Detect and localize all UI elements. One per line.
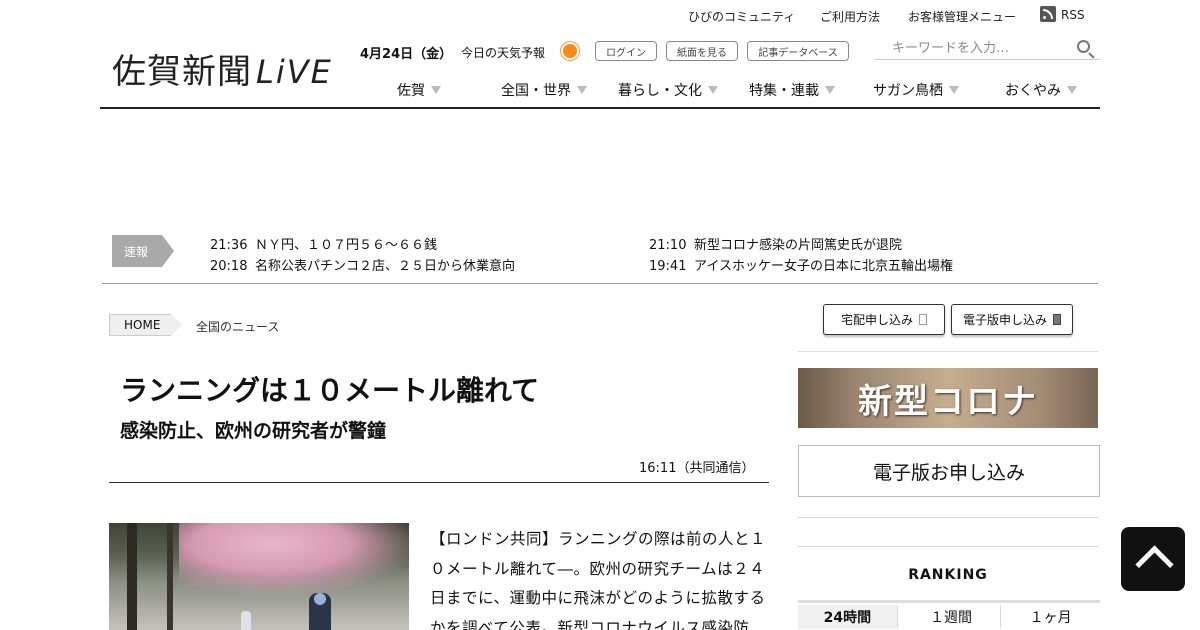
digital-signup-button[interactable]: 電子版申し込み [951,304,1073,335]
nav-item-saga[interactable]: 佐賀 [397,80,441,100]
chevron-down-icon [1067,86,1077,94]
ranking-tabs: 24時間 １週間 １ヶ月 [798,600,1100,630]
back-to-top-button[interactable] [1121,527,1185,591]
article-subhead: 感染防止、欧州の研究者が警鐘 [120,420,387,442]
document-icon [919,314,927,325]
phone-icon [1053,314,1061,325]
nav-label: 全国・世界 [501,83,571,99]
article-headline: ランニングは１０メートル離れて [120,374,540,407]
article-photo[interactable] [109,523,409,630]
chevron-down-icon [825,86,835,94]
search-box [874,37,1100,60]
usage-link[interactable]: ご利用方法 [820,8,880,25]
search-input[interactable] [892,37,1072,60]
tab-24h[interactable]: 24時間 [798,605,898,629]
nav-label: 特集・連載 [749,83,819,99]
sidebar-divider [798,546,1098,547]
breaking-text: 新型コロナ感染の片岡篤史氏が退院 [694,238,903,253]
home-delivery-label: 宅配申し込み [840,313,913,327]
nav-item-features[interactable]: 特集・連載 [749,80,835,100]
chevron-down-icon [577,86,587,94]
nav-label: 暮らし・文化 [618,83,702,99]
rss-link[interactable]: RSS [1061,8,1085,22]
photo-pedestrian [241,611,251,630]
ranking-title: RANKING [908,567,988,583]
nav-item-national-world[interactable]: 全国・世界 [501,80,587,100]
nav-item-sagan-tosu[interactable]: サガン鳥栖 [873,80,959,100]
breaking-news-tag: 速報 [112,235,174,267]
nav-item-obituaries[interactable]: おくやみ [1005,80,1077,100]
header-divider [100,107,1100,109]
chevron-down-icon [708,86,718,94]
article-divider [109,482,769,483]
breaking-time: 21:10 [649,238,687,253]
article-byline: 16:11（共同通信） [639,461,755,476]
breaking-time: 20:18 [210,259,248,274]
chevron-down-icon [431,86,441,94]
tab-1month[interactable]: １ヶ月 [1001,605,1100,629]
corona-banner-text: 新型コロナ [858,381,1038,422]
breaking-item[interactable]: 21:36 ＮＹ円、１０７円５６～６６銭 [210,234,437,253]
sidebar-divider [798,517,1098,518]
chevron-down-icon [949,86,959,94]
article-database-button[interactable]: 記事データベース [747,41,849,61]
photo-tree [127,523,137,630]
corona-banner[interactable]: 新型コロナ [798,368,1098,428]
search-icon[interactable] [1077,40,1090,53]
breaking-item[interactable]: 21:10 新型コロナ感染の片岡篤史氏が退院 [649,234,902,253]
tab-1week[interactable]: １週間 [902,605,1002,629]
weather-link[interactable]: 今日の天気予報 [461,44,545,61]
breadcrumb-current: 全国のニュース [196,320,280,334]
home-delivery-button[interactable]: 宅配申し込み [823,304,945,335]
community-link[interactable]: ひびのコミュニティ [688,8,795,25]
nav-label: おくやみ [1005,83,1061,99]
sidebar-divider [798,351,1098,352]
rss-icon[interactable] [1040,6,1056,22]
photo-tree [167,523,173,630]
breaking-time: 21:36 [210,238,248,253]
breaking-time: 19:41 [649,259,687,274]
sun-icon [563,44,577,58]
nav-label: 佐賀 [397,83,425,99]
view-paper-button[interactable]: 紙面を見る [666,41,738,61]
photo-runner-head [314,593,326,605]
breaking-text: ＮＹ円、１０７円５６～６６銭 [255,238,438,253]
breaking-text: 名称公表パチンコ２店、２５日から休業意向 [255,259,516,274]
breadcrumb-home[interactable]: HOME [109,314,182,336]
nav-item-life-culture[interactable]: 暮らし・文化 [618,80,718,100]
photo-blossom [179,523,409,593]
main-nav: 佐賀 全国・世界 暮らし・文化 特集・連載 サガン鳥栖 おくやみ [0,80,1200,100]
breaking-text: アイスホッケー女子の日本に北京五輪出場権 [694,259,953,274]
digital-edition-signup[interactable]: 電子版お申し込み [798,445,1100,497]
breaking-divider [102,283,1098,284]
current-date: 4月24日（金） [360,47,453,62]
breaking-item[interactable]: 19:41 アイスホッケー女子の日本に北京五輪出場権 [649,255,953,274]
article-body: 【ロンドン共同】ランニングの際は前の人と１０メートル離れて―。欧州の研究チームは… [430,530,767,630]
account-menu-link[interactable]: お客様管理メニュー [908,8,1016,25]
utility-bar: ひびのコミュニティ ご利用方法 お客様管理メニュー RSS [0,6,1200,26]
digital-signup-label: 電子版申し込み [962,313,1047,327]
breaking-item[interactable]: 20:18 名称公表パチンコ２店、２５日から休業意向 [210,255,515,274]
nav-label: サガン鳥栖 [873,83,943,99]
login-button[interactable]: ログイン [595,41,657,61]
